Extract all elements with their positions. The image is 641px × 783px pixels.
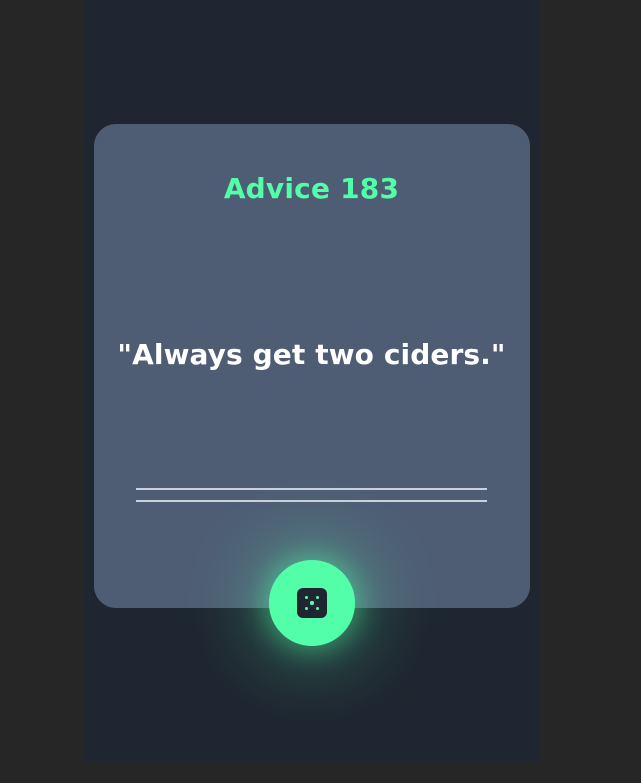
dice-pip — [305, 596, 309, 600]
advice-quote: "Always get two ciders." — [117, 338, 506, 371]
dice-pip — [310, 601, 314, 605]
dice-pip — [305, 606, 309, 610]
dice-icon — [297, 588, 327, 618]
app-panel: Advice 183 "Always get two ciders." — [84, 0, 539, 761]
divider-top — [136, 488, 487, 490]
dice-pip — [315, 606, 319, 610]
advice-title: Advice 183 — [223, 172, 400, 205]
dice-pip — [315, 596, 319, 600]
divider-bottom — [136, 500, 487, 502]
dice-button-glow — [269, 560, 355, 646]
dice-button[interactable] — [269, 560, 355, 646]
